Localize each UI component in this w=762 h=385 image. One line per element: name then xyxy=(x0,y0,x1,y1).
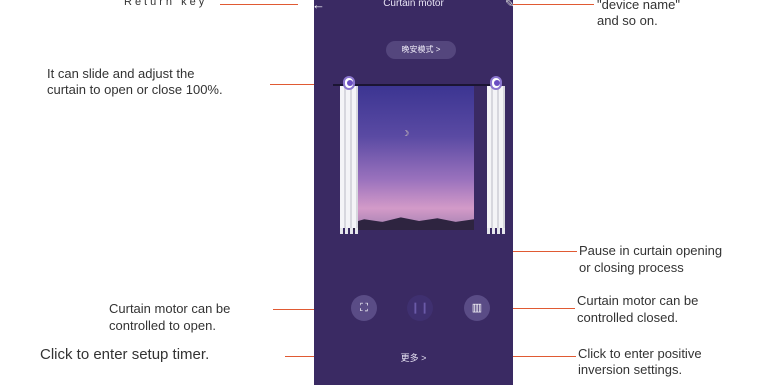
close-icon: ▥ xyxy=(471,302,483,314)
cloud-silhouette xyxy=(352,217,474,230)
annotation-device-name-line2: and so on. xyxy=(597,13,658,28)
close-curtain-button[interactable]: ▥ xyxy=(464,295,490,321)
night-mode-button[interactable]: 晚安模式 > xyxy=(386,41,456,59)
annotation-inversion-line2: inversion settings. xyxy=(578,362,683,377)
page-title: Curtain motor xyxy=(383,0,444,9)
open-curtain-button[interactable]: ⛶ xyxy=(351,295,377,321)
moon-icon: ☽ xyxy=(402,129,410,138)
annotation-device-name-line1: "device name" xyxy=(597,0,680,12)
annotation-inversion-line1: Click to enter positive xyxy=(578,346,702,361)
top-bar: ← Curtain motor ✎ xyxy=(314,0,513,14)
annotation-closed-line1: Curtain motor can be xyxy=(577,293,699,308)
annotation-return-key: Return key xyxy=(124,0,208,8)
more-button[interactable]: 更多 > xyxy=(314,351,513,364)
leader-inversion xyxy=(502,356,576,357)
annotation-open-line1: Curtain motor can be xyxy=(109,301,231,316)
annotation-slide-line2: curtain to open or close 100%. xyxy=(47,82,223,97)
annotation-pause-line1: Pause in curtain opening xyxy=(579,243,723,258)
annotation-closed-line2: controlled closed. xyxy=(577,310,679,325)
pause-button[interactable]: ❙❙ xyxy=(407,295,433,321)
curtain-left-handle[interactable] xyxy=(343,76,355,90)
curtain-right-panel[interactable] xyxy=(487,86,505,234)
annotation-pause-line2: or closing process xyxy=(579,260,684,275)
curtain-right-handle[interactable] xyxy=(490,76,502,90)
curtain-left-panel[interactable] xyxy=(340,86,358,234)
night-sky-scene: ☽ xyxy=(352,86,474,230)
phone-screen: ← Curtain motor ✎ 晚安模式 > ☽ ⛶ ❙❙ ▥ 更多 > xyxy=(314,0,513,385)
annotation-open-line2: controlled to open. xyxy=(109,318,216,333)
annotation-slide-line1: It can slide and adjust the xyxy=(47,66,195,81)
leader-return-key xyxy=(220,4,298,5)
open-icon: ⛶ xyxy=(360,302,368,314)
pause-icon: ❙❙ xyxy=(410,302,430,314)
edit-pencil-icon[interactable]: ✎ xyxy=(505,0,513,10)
annotation-timer: Click to enter setup timer. xyxy=(40,346,210,363)
